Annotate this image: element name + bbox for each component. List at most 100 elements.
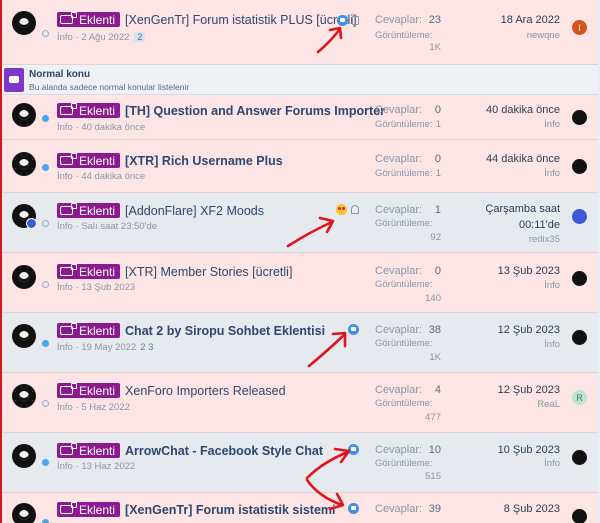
visitor-avatar[interactable] <box>26 218 37 229</box>
thread-row[interactable]: Eklenti [XenGenTr] Forum istatistik sist… <box>2 493 600 523</box>
thread-title[interactable]: [TH] Question and Answer Forums Importer <box>125 104 385 118</box>
thread-title[interactable]: Chat 2 by Siropu Sohbet Eklentisi <box>125 324 325 338</box>
views-label: Görüntüleme: <box>375 279 433 290</box>
last-post-date[interactable]: 10 Şub 2023 <box>498 444 560 456</box>
thread-title[interactable]: [XenGenTr] Forum istatistik PLUS [ücretl… <box>125 13 357 27</box>
prefix-badge[interactable]: Eklenti <box>57 103 121 118</box>
last-post-time[interactable]: 00:11'de <box>519 219 560 231</box>
avatar[interactable] <box>12 503 36 523</box>
avatar[interactable] <box>12 11 36 35</box>
last-poster-avatar[interactable] <box>572 110 587 125</box>
thread-date[interactable]: 2 Ağu 2022 <box>81 32 129 43</box>
views-label: Görüntüleme: <box>375 119 433 130</box>
section-title: Normal konu <box>29 69 91 80</box>
thread-row[interactable]: Eklenti [XenGenTr] Forum istatistik PLUS… <box>2 0 600 65</box>
last-post-date[interactable]: 12 Şub 2023 <box>498 324 560 336</box>
thread-author[interactable]: İnfo <box>57 461 73 472</box>
read-status-dot <box>42 30 49 37</box>
last-poster-avatar[interactable] <box>572 271 587 286</box>
last-post-user[interactable]: İnfo <box>544 458 560 469</box>
prefix-badge[interactable]: Eklenti <box>57 383 121 398</box>
puzzle-icon <box>60 153 77 165</box>
avatar[interactable] <box>12 152 36 176</box>
thread-title[interactable]: [XTR] Rich Username Plus <box>125 154 283 168</box>
thread-date[interactable]: 44 dakika önce <box>81 171 145 182</box>
thread-author[interactable]: İnfo <box>57 342 73 353</box>
thread-title[interactable]: ArrowChat - Facebook Style Chat <box>125 444 323 458</box>
last-post-date[interactable]: 44 dakika önce <box>486 153 560 165</box>
thread-author[interactable]: İnfo <box>57 282 73 293</box>
thread-author[interactable]: İnfo <box>57 32 73 43</box>
prefix-badge[interactable]: Eklenti <box>57 153 121 168</box>
last-post-user[interactable]: ReaL <box>537 399 560 410</box>
avatar[interactable] <box>12 265 36 289</box>
puzzle-icon <box>60 264 77 276</box>
avatar[interactable] <box>12 444 36 468</box>
last-poster-avatar[interactable] <box>572 209 587 224</box>
prefix-badge[interactable]: Eklenti <box>57 264 121 279</box>
thread-title[interactable]: XenForo Importers Released <box>125 384 286 398</box>
last-post-user[interactable]: İnfo <box>544 280 560 291</box>
last-poster-avatar[interactable] <box>572 450 587 465</box>
unread-status-dot <box>42 459 49 466</box>
prefix-badge[interactable]: Eklenti <box>57 323 121 338</box>
last-post-user[interactable]: İnfo <box>544 119 560 130</box>
last-post-date[interactable]: 18 Ara 2022 <box>501 14 560 26</box>
thread-meta: İnfo · 2 Ağu 2022 2 <box>57 32 146 43</box>
thread-row[interactable]: Eklenti [XTR] Rich Username Plus İnfo · … <box>2 140 600 193</box>
last-poster-avatar[interactable] <box>572 159 587 174</box>
avatar[interactable] <box>12 103 36 127</box>
thread-author[interactable]: İnfo <box>57 171 73 182</box>
thread-title[interactable]: [XTR] Member Stories [ücretli] <box>125 265 292 279</box>
last-post-user[interactable]: newqne <box>527 30 560 41</box>
last-post-date[interactable]: 13 Şub 2023 <box>498 265 560 277</box>
unread-status-dot <box>42 340 49 347</box>
thread-date[interactable]: Salı saat 23:50'de <box>81 221 157 232</box>
like-reaction-icon <box>337 15 348 26</box>
thread-author[interactable]: İnfo <box>57 122 73 133</box>
last-post-date[interactable]: Çarşamba saat <box>485 203 560 215</box>
prefix-badge[interactable]: Eklenti <box>57 502 121 517</box>
last-poster-avatar[interactable] <box>572 509 587 523</box>
last-post-user[interactable]: İnfo <box>544 339 560 350</box>
thread-date[interactable]: 5 Haz 2022 <box>81 402 130 413</box>
puzzle-icon <box>60 12 77 24</box>
thread-row[interactable]: Eklenti [XTR] Member Stories [ücretli] İ… <box>2 253 600 313</box>
replies-count: 0 <box>434 153 441 165</box>
thread-row[interactable]: Eklenti XenForo Importers Released İnfo … <box>2 373 600 433</box>
prefix-badge[interactable]: Eklenti <box>57 203 121 218</box>
like-reaction-icon <box>348 444 359 455</box>
last-post-date[interactable]: 8 Şub 2023 <box>504 503 560 515</box>
thread-row[interactable]: Eklenti [AddonFlare] XF2 Moods İnfo · Sa… <box>2 193 600 253</box>
thread-title[interactable]: [XenGenTr] Forum istatistik sistemi <box>125 503 335 517</box>
last-post-date[interactable]: 40 dakika önce <box>486 104 560 116</box>
prefix-badge[interactable]: Eklenti <box>57 12 121 27</box>
thread-date[interactable]: 13 Şub 2023 <box>81 282 135 293</box>
thread-date[interactable]: 19 May 2022 <box>81 342 136 353</box>
thread-title[interactable]: [AddonFlare] XF2 Moods <box>125 204 264 218</box>
avatar[interactable] <box>12 324 36 348</box>
thread-meta: İnfo · 19 May 2022 2 3 <box>57 342 154 353</box>
replies-count: 4 <box>434 384 441 396</box>
thread-meta: İnfo · 44 dakika önce <box>57 171 146 182</box>
last-post-date[interactable]: 12 Şub 2023 <box>498 384 560 396</box>
last-poster-avatar[interactable]: R <box>572 390 587 405</box>
avatar[interactable] <box>12 384 36 408</box>
last-poster-avatar[interactable]: I <box>572 20 587 35</box>
thread-row[interactable]: Eklenti [TH] Question and Answer Forums … <box>2 95 600 140</box>
last-post-user[interactable]: redix35 <box>529 234 560 245</box>
thread-author[interactable]: İnfo <box>57 402 73 413</box>
thread-date[interactable]: 13 Haz 2022 <box>81 461 135 472</box>
thread-row[interactable]: Eklenti ArrowChat - Facebook Style Chat … <box>2 433 600 493</box>
thread-meta: İnfo · 5 Haz 2022 <box>57 402 130 413</box>
page-links[interactable]: 2 3 <box>140 342 153 353</box>
page-link[interactable]: 2 <box>134 32 146 42</box>
last-poster-avatar[interactable] <box>572 330 587 345</box>
puzzle-icon <box>60 502 77 514</box>
thread-date[interactable]: 40 dakika önce <box>81 122 145 133</box>
last-post-user[interactable]: İnfo <box>544 168 560 179</box>
prefix-badge[interactable]: Eklenti <box>57 443 121 458</box>
thread-row[interactable]: Eklenti Chat 2 by Siropu Sohbet Eklentis… <box>2 313 600 373</box>
thread-author[interactable]: İnfo <box>57 221 73 232</box>
replies-label: Cevaplar: <box>375 265 423 277</box>
